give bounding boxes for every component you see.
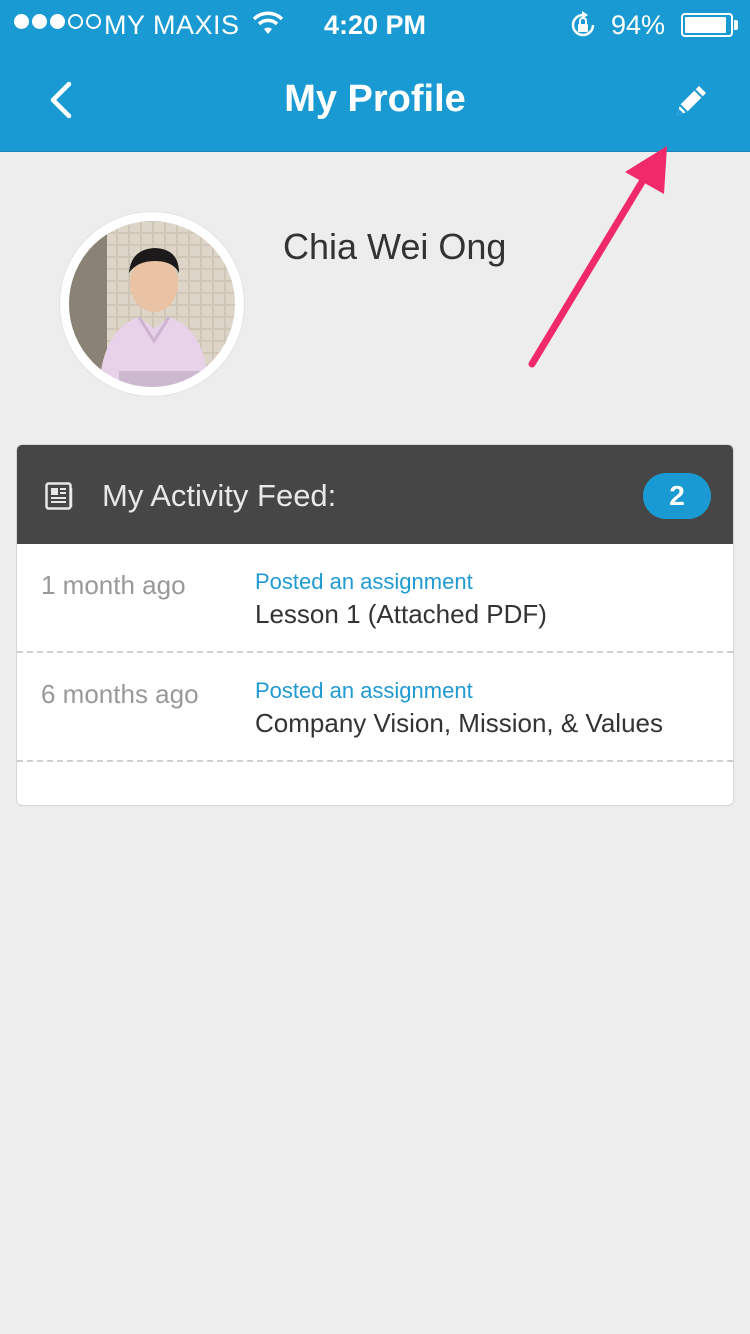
activity-detail: Lesson 1 (Attached PDF) — [255, 599, 547, 629]
battery-tip — [734, 20, 738, 30]
activity-time: 1 month ago — [41, 570, 186, 600]
battery-icon — [681, 13, 733, 37]
list-item[interactable]: 1 month ago Posted an assignment Lesson … — [17, 544, 733, 653]
avatar — [60, 212, 244, 396]
activity-feed-title: My Activity Feed: — [102, 478, 337, 513]
page-title: My Profile — [284, 78, 466, 120]
status-bar: MY MAXIS 4:20 PM 94% — [0, 0, 750, 50]
pencil-icon — [677, 86, 706, 115]
activity-action: Posted an assignment — [255, 569, 473, 594]
activity-feed-card: My Activity Feed: 2 1 month ago Posted a… — [16, 444, 734, 806]
activity-detail: Company Vision, Mission, & Values — [255, 708, 664, 738]
rotation-lock-icon — [568, 10, 598, 47]
activity-time: 6 months ago — [41, 679, 199, 709]
newspaper-icon — [45, 482, 75, 515]
activity-count-badge: 2 — [643, 473, 711, 519]
edit-profile-button[interactable] — [666, 76, 716, 126]
profile-name: Chia Wei Ong — [283, 226, 507, 267]
activity-feed-header[interactable]: My Activity Feed: 2 — [17, 445, 733, 544]
activity-action: Posted an assignment — [255, 678, 473, 703]
list-item[interactable]: 6 months ago Posted an assignment Compan… — [17, 653, 733, 762]
profile-photo — [69, 221, 235, 387]
navigation-bar: My Profile — [0, 50, 750, 150]
top-bar: MY MAXIS 4:20 PM 94% My Profile — [0, 0, 750, 152]
battery-percent: 94% — [611, 10, 666, 40]
